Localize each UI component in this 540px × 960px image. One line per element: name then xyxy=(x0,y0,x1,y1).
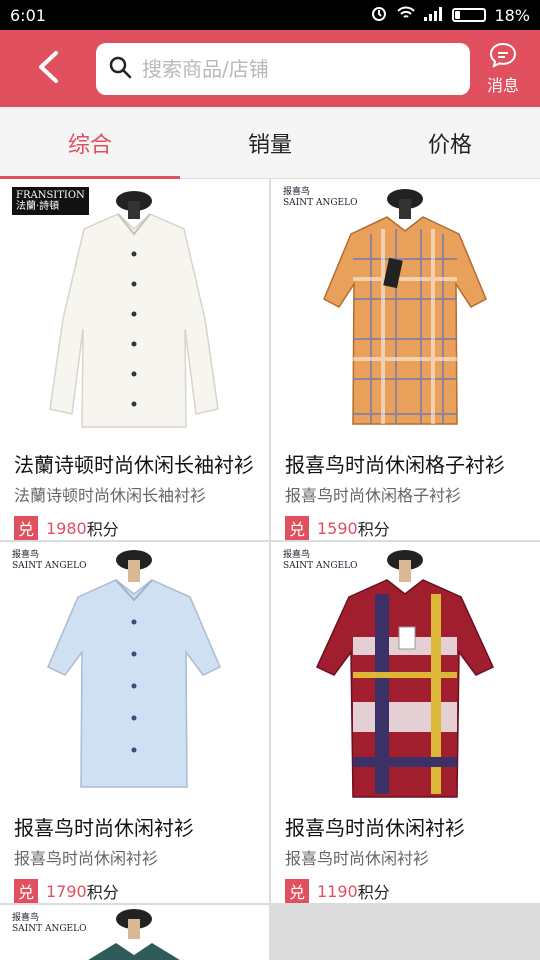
points-unit: 积分 xyxy=(86,883,119,902)
product-card[interactable]: 报喜鸟 SAINT ANGELO 报喜鸟时尚休闲衬衫 报喜鸟时尚休闲衬衫 兑 1… xyxy=(271,542,540,903)
brand-logo: 报喜鸟 SAINT ANGELO xyxy=(283,550,358,571)
product-image: 报喜鸟 SAINT ANGELO xyxy=(0,905,269,960)
product-title: 法蘭诗顿时尚休闲长袖衬衫 xyxy=(14,453,254,477)
tab-price[interactable]: 价格 xyxy=(360,107,540,178)
points-value: 1190 xyxy=(317,881,358,901)
product-title: 报喜鸟时尚休闲衬衫 xyxy=(285,816,465,840)
search-input[interactable] xyxy=(142,56,458,81)
battery-percent: 18% xyxy=(494,5,530,25)
search-icon xyxy=(108,55,132,83)
product-subtitle: 报喜鸟时尚休闲衬衫 xyxy=(285,849,430,868)
sort-tabs: 综合 销量 价格 xyxy=(0,107,540,179)
signal-icon xyxy=(424,6,444,25)
product-title: 报喜鸟时尚休闲格子衬衫 xyxy=(285,453,505,477)
wifi-icon xyxy=(396,5,416,25)
alarm-icon xyxy=(370,4,388,26)
brand-logo: 报喜鸟 SAINT ANGELO xyxy=(12,913,87,934)
product-card[interactable]: 报喜鸟 SAINT ANGELO 报喜鸟时尚休闲衬衫 报喜鸟时尚休闲衬衫 兑 17… xyxy=(0,542,269,903)
brand-logo: 报喜鸟 SAINT ANGELO xyxy=(283,187,358,208)
product-image: FRANSITION 法蘭·詩頓 xyxy=(0,179,269,439)
points-value: 1790 xyxy=(46,881,87,901)
product-image: 报喜鸟 SAINT ANGELO xyxy=(271,179,540,439)
brand-logo: FRANSITION 法蘭·詩頓 xyxy=(12,187,89,215)
product-price: 兑 1590 积分 xyxy=(271,516,540,540)
exchange-badge: 兑 xyxy=(285,516,309,540)
product-card[interactable]: 报喜鸟 SAINT ANGELO xyxy=(0,905,269,960)
chevron-left-icon xyxy=(36,50,60,88)
product-subtitle: 报喜鸟时尚休闲衬衫 xyxy=(14,849,159,868)
product-image: 报喜鸟 SAINT ANGELO xyxy=(271,542,540,802)
brand-logo: 报喜鸟 SAINT ANGELO xyxy=(12,550,87,571)
empty-cell xyxy=(271,905,540,960)
product-card[interactable]: 报喜鸟 SAINT ANGELO 报喜鸟时尚休闲格子衬衫 报喜鸟时尚休闲格子衬衫 … xyxy=(271,179,540,540)
chat-bubble-icon xyxy=(489,42,517,72)
shirt-image xyxy=(49,191,219,428)
points-unit: 积分 xyxy=(357,520,390,539)
shirt-image xyxy=(323,189,487,425)
shirt-image xyxy=(47,550,221,788)
points-unit: 积分 xyxy=(357,883,390,902)
status-bar: 6:01 18% xyxy=(0,0,540,30)
points-value: 1980 xyxy=(46,518,87,538)
exchange-badge: 兑 xyxy=(14,516,38,540)
product-subtitle: 法蘭诗顿时尚休闲长袖衬衫 xyxy=(14,486,207,505)
header: 消息 xyxy=(0,30,540,107)
product-price: 兑 1190 积分 xyxy=(271,879,540,903)
product-grid: FRANSITION 法蘭·詩頓 法蘭诗顿时尚休闲长袖衬衫 法蘭诗顿时尚休闲长袖衬… xyxy=(0,179,540,960)
points-unit: 积分 xyxy=(86,520,119,539)
product-price: 兑 1980 积分 xyxy=(0,516,269,540)
product-title: 报喜鸟时尚休闲衬衫 xyxy=(14,816,194,840)
product-card[interactable]: FRANSITION 法蘭·詩頓 法蘭诗顿时尚休闲长袖衬衫 法蘭诗顿时尚休闲长袖衬… xyxy=(0,179,269,540)
status-icons: 18% xyxy=(370,4,530,26)
product-subtitle: 报喜鸟时尚休闲格子衬衫 xyxy=(285,486,462,505)
back-button[interactable] xyxy=(0,30,96,107)
status-time: 6:01 xyxy=(10,5,46,25)
tab-sales[interactable]: 销量 xyxy=(180,107,360,178)
exchange-badge: 兑 xyxy=(14,879,38,903)
product-image: 报喜鸟 SAINT ANGELO xyxy=(0,542,269,802)
points-value: 1590 xyxy=(317,518,358,538)
product-price: 兑 1790 积分 xyxy=(0,879,269,903)
message-label: 消息 xyxy=(486,75,519,95)
search-box[interactable] xyxy=(96,42,470,95)
tab-comprehensive[interactable]: 综合 xyxy=(0,107,180,179)
message-button[interactable]: 消息 xyxy=(476,42,530,96)
shirt-image xyxy=(316,550,494,798)
battery-icon xyxy=(452,8,487,22)
exchange-badge: 兑 xyxy=(285,879,309,903)
